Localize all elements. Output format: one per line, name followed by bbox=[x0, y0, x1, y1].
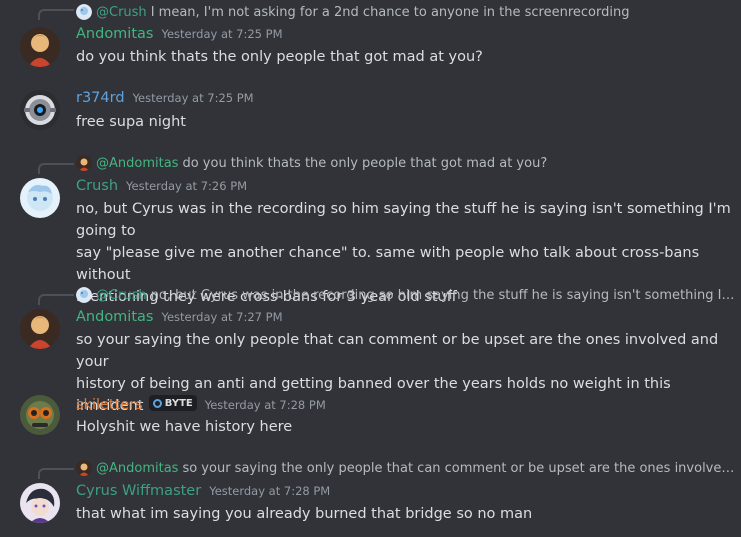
message-header: Andomitas Yesterday at 7:25 PM bbox=[76, 26, 283, 42]
reply-mention[interactable]: @Crush bbox=[96, 5, 147, 20]
message-content: Holyshit we have history here bbox=[76, 416, 736, 438]
badge-label: BYTE bbox=[164, 397, 193, 409]
server-tag-badge[interactable]: BYTE bbox=[148, 395, 197, 411]
reply-spine bbox=[38, 294, 74, 305]
message-line: so your saying the only people that can … bbox=[76, 332, 719, 370]
message-line: do you think thats the only people that … bbox=[76, 49, 483, 65]
timestamp[interactable]: Yesterday at 7:26 PM bbox=[126, 179, 247, 193]
message-header: Cyrus Wiffmaster Yesterday at 7:28 PM bbox=[76, 483, 330, 499]
timestamp[interactable]: Yesterday at 7:25 PM bbox=[161, 27, 282, 41]
timestamp[interactable]: Yesterday at 7:28 PM bbox=[205, 398, 326, 412]
author-name[interactable]: Cyrus Wiffmaster bbox=[76, 483, 201, 499]
reply-mention[interactable]: @Andomitas bbox=[96, 156, 178, 171]
reply-avatar bbox=[76, 155, 92, 171]
message-header: Andomitas Yesterday at 7:27 PM bbox=[76, 309, 283, 325]
reply-avatar bbox=[76, 287, 92, 303]
byte-icon bbox=[152, 398, 162, 408]
reply-avatar bbox=[76, 4, 92, 20]
message-line: say "please give me another chance" to. … bbox=[76, 245, 700, 283]
reply-preview[interactable]: @Andomitas do you think thats the only p… bbox=[76, 154, 736, 172]
message-content: free supa night bbox=[76, 111, 736, 133]
reply-mention[interactable]: @Crush bbox=[96, 288, 147, 303]
message-content: do you think thats the only people that … bbox=[76, 46, 736, 68]
message-line: Holyshit we have history here bbox=[76, 419, 293, 435]
reply-text[interactable]: do you think thats the only people that … bbox=[182, 156, 547, 171]
avatar[interactable] bbox=[20, 309, 60, 349]
message-line: free supa night bbox=[76, 114, 186, 130]
avatar[interactable] bbox=[20, 90, 60, 130]
author-name[interactable]: skiletters bbox=[76, 397, 143, 413]
avatar[interactable] bbox=[20, 395, 60, 435]
reply-spine bbox=[38, 9, 74, 20]
reply-avatar bbox=[76, 460, 92, 476]
author-name[interactable]: Andomitas bbox=[76, 309, 153, 325]
reply-text[interactable]: I mean, I'm not asking for a 2nd chance … bbox=[151, 5, 630, 20]
reply-preview[interactable]: @Crush no, but Cyrus was in the recordin… bbox=[76, 286, 736, 304]
message-header: r374rd Yesterday at 7:25 PM bbox=[76, 90, 254, 106]
reply-text[interactable]: so your saying the only people that can … bbox=[182, 461, 736, 476]
avatar[interactable] bbox=[20, 27, 60, 67]
author-name[interactable]: Andomitas bbox=[76, 26, 153, 42]
author-name[interactable]: r374rd bbox=[76, 90, 125, 106]
message-header: skiletters BYTE Yesterday at 7:28 PM bbox=[76, 395, 326, 413]
reply-spine bbox=[38, 468, 74, 479]
message-line: no, but Cyrus was in the recording so hi… bbox=[76, 201, 731, 239]
timestamp[interactable]: Yesterday at 7:27 PM bbox=[161, 310, 282, 324]
reply-preview[interactable]: @Andomitas so your saying the only peopl… bbox=[76, 459, 736, 477]
avatar[interactable] bbox=[20, 483, 60, 523]
message-content: that what im saying you already burned t… bbox=[76, 503, 736, 525]
timestamp[interactable]: Yesterday at 7:25 PM bbox=[133, 91, 254, 105]
reply-mention[interactable]: @Andomitas bbox=[96, 461, 178, 476]
author-name[interactable]: Crush bbox=[76, 178, 118, 194]
message-header: Crush Yesterday at 7:26 PM bbox=[76, 178, 247, 194]
message-line: that what im saying you already burned t… bbox=[76, 506, 533, 522]
reply-preview[interactable]: @Crush I mean, I'm not asking for a 2nd … bbox=[76, 3, 736, 21]
reply-text[interactable]: no, but Cyrus was in the recording so hi… bbox=[151, 288, 736, 303]
reply-spine bbox=[38, 163, 74, 174]
avatar[interactable] bbox=[20, 178, 60, 218]
timestamp[interactable]: Yesterday at 7:28 PM bbox=[209, 484, 330, 498]
